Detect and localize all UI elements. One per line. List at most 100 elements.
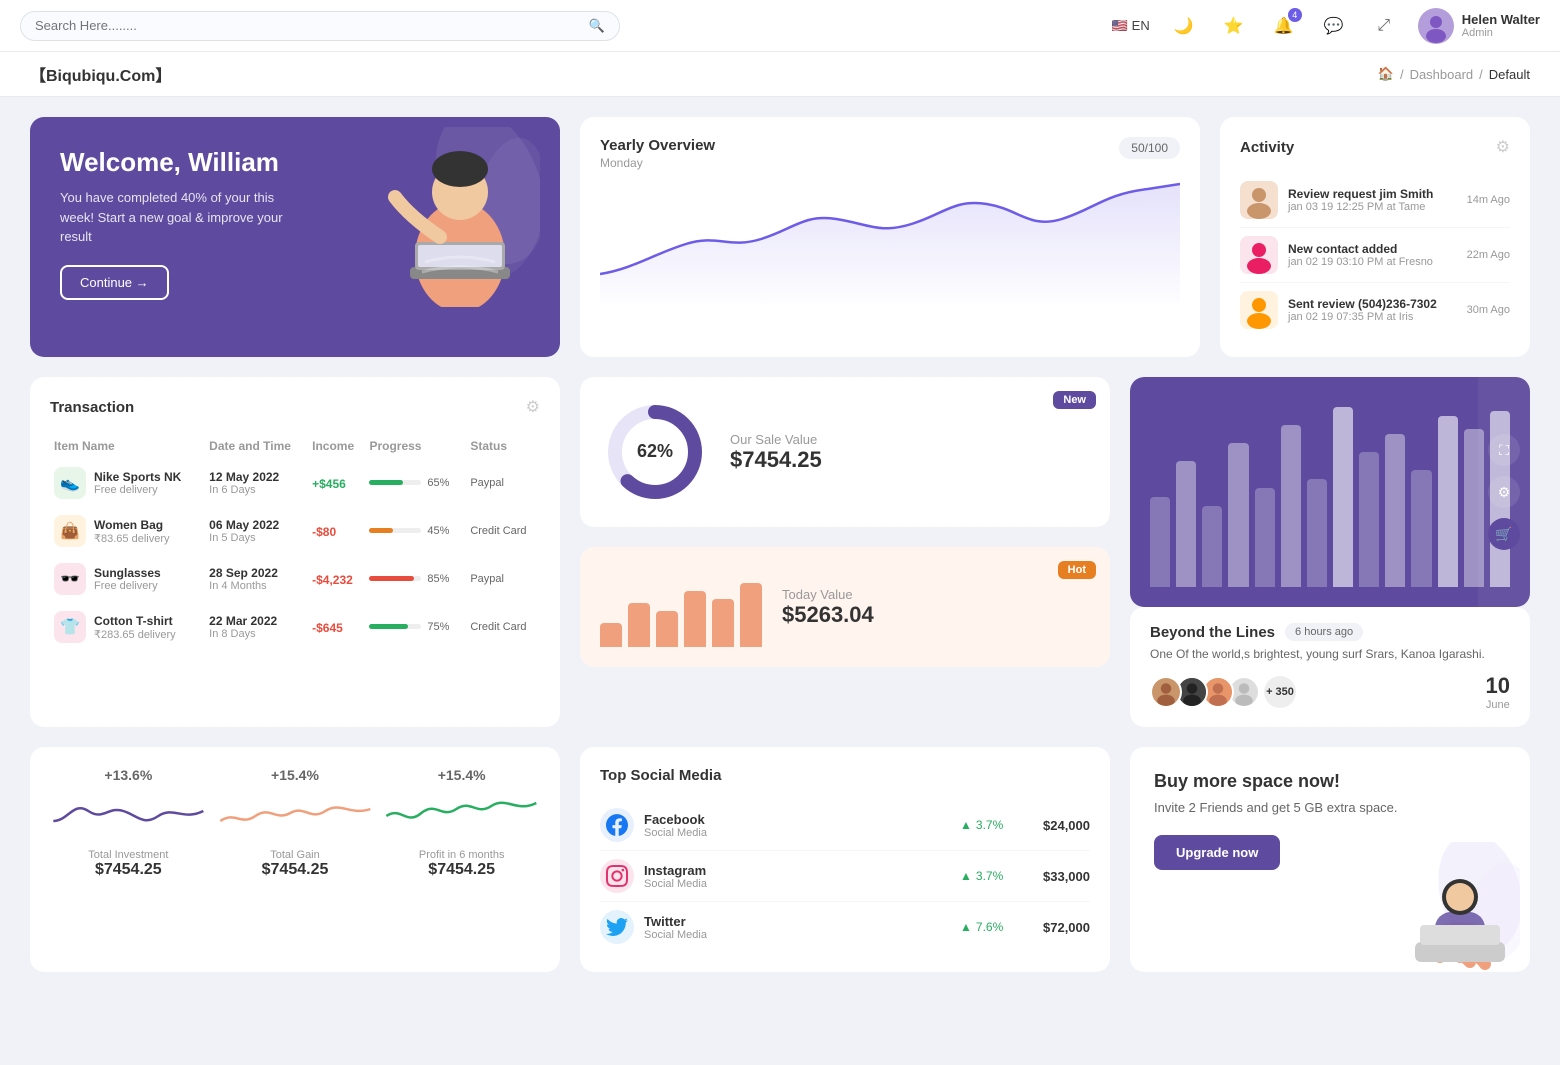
- search-input[interactable]: [35, 18, 581, 33]
- message-button[interactable]: 💬: [1318, 10, 1350, 42]
- beyond-date: 10 June: [1486, 673, 1510, 711]
- stat-2: +15.4% Profit in 6 months $7454.25: [383, 767, 540, 952]
- activity-info-2: Sent review (504)236-7302 jan 02 19 07:3…: [1288, 297, 1457, 323]
- new-badge: New: [1053, 391, 1096, 409]
- upgrade-button[interactable]: Upgrade now: [1154, 835, 1280, 870]
- item-income-1: -$80: [312, 525, 336, 539]
- activity-time-1: jan 02 19 03:10 PM at Fresno: [1288, 256, 1457, 268]
- beyond-plus-count: + 350: [1264, 676, 1296, 708]
- beyond-time-ago: 6 hours ago: [1285, 623, 1363, 641]
- chart-icon-3[interactable]: 🛒: [1488, 518, 1520, 550]
- item-name-0: Nike Sports NK: [94, 470, 181, 484]
- avatar-1: [1150, 676, 1182, 708]
- search-bar[interactable]: 🔍: [20, 11, 620, 41]
- bar-4: [684, 591, 706, 647]
- bc-7: [1307, 479, 1327, 587]
- activity-info-0: Review request jim Smith jan 03 19 12:25…: [1288, 187, 1457, 213]
- today-bar-chart: [600, 567, 762, 647]
- welcome-card: Welcome, William You have completed 40% …: [30, 117, 560, 357]
- bc-3: [1202, 506, 1222, 587]
- right-panel: ⛶ ⚙ 🛒 Beyond the Lines 6 hours ago One O…: [1130, 377, 1530, 727]
- activity-title-1: New contact added: [1288, 242, 1457, 256]
- item-sub-1: ₹83.65 delivery: [94, 532, 170, 545]
- fullscreen-button[interactable]: ⤢: [1368, 10, 1400, 42]
- twitter-info: Twitter Social Media: [644, 914, 950, 941]
- promo-title: Buy more space now!: [1154, 771, 1506, 792]
- language-selector[interactable]: 🇺🇸 EN: [1111, 18, 1149, 34]
- activity-item-1: New contact added jan 02 19 03:10 PM at …: [1240, 228, 1510, 283]
- row2: Transaction ⚙ Item Name Date and Time In…: [30, 377, 1530, 727]
- progress-wrap-2: 85%: [369, 573, 449, 585]
- row3: +13.6% Total Investment $7454.25 +15.4% …: [30, 747, 1530, 972]
- activity-title: Activity: [1240, 139, 1294, 156]
- activity-item-2: Sent review (504)236-7302 jan 02 19 07:3…: [1240, 283, 1510, 337]
- promo-illustration: [1360, 842, 1520, 972]
- wave-1: [217, 791, 374, 841]
- stats-card: +13.6% Total Investment $7454.25 +15.4% …: [30, 747, 560, 972]
- item-days-1: In 5 Days: [209, 532, 304, 544]
- notification-button[interactable]: 🔔 4: [1268, 10, 1300, 42]
- breadcrumb-dashboard[interactable]: Dashboard: [1410, 67, 1474, 82]
- stat-value-1: $7454.25: [217, 861, 374, 879]
- favorite-button[interactable]: ⭐: [1218, 10, 1250, 42]
- flag-icon: 🇺🇸: [1111, 18, 1127, 34]
- activity-thumb-2: [1240, 291, 1278, 329]
- dark-mode-toggle[interactable]: 🌙: [1168, 10, 1200, 42]
- user-role: Admin: [1462, 27, 1540, 39]
- item-sub-0: Free delivery: [94, 484, 181, 496]
- sale-info: Our Sale Value $7454.25: [730, 432, 822, 473]
- progress-wrap-0: 65%: [369, 477, 449, 489]
- activity-thumb-1: [1240, 236, 1278, 274]
- stat-pct-1: +15.4%: [217, 767, 374, 783]
- stat-label-2: Profit in 6 months: [383, 849, 540, 861]
- welcome-illustration: [350, 127, 540, 307]
- stat-value-0: $7454.25: [50, 861, 207, 879]
- table-row: 👟 Nike Sports NK Free delivery 12 May 20…: [50, 459, 540, 507]
- activity-settings-icon[interactable]: ⚙: [1496, 137, 1510, 157]
- social-row-facebook: Facebook Social Media ▲ 3.7% $24,000: [600, 800, 1090, 851]
- activity-ago-0: 14m Ago: [1467, 194, 1510, 206]
- activity-title-0: Review request jim Smith: [1288, 187, 1457, 201]
- instagram-name: Instagram: [644, 863, 950, 878]
- bar-5: [712, 599, 734, 647]
- transaction-settings-icon[interactable]: ⚙: [526, 397, 540, 417]
- item-date-1: 06 May 2022: [209, 518, 304, 532]
- hot-badge: Hot: [1058, 561, 1096, 579]
- beyond-date-month: June: [1486, 699, 1510, 711]
- user-profile[interactable]: Helen Walter Admin: [1418, 8, 1540, 44]
- activity-card: Activity ⚙ Review request jim Smith jan …: [1220, 117, 1530, 357]
- beyond-date-num: 10: [1486, 673, 1510, 699]
- today-label: Today Value: [782, 587, 874, 602]
- continue-button[interactable]: Continue →: [60, 265, 169, 300]
- beyond-avatars: [1150, 676, 1254, 708]
- facebook-amount: $24,000: [1030, 818, 1090, 833]
- sale-card: New 62% Our Sale Value $7454.25: [580, 377, 1110, 527]
- donut-chart: 62%: [600, 397, 710, 507]
- col-date: Date and Time: [205, 433, 308, 459]
- chart-icon-2[interactable]: ⚙: [1488, 476, 1520, 508]
- bc-9: [1359, 452, 1379, 587]
- promo-card: Buy more space now! Invite 2 Friends and…: [1130, 747, 1530, 972]
- table-row: 🕶️ Sunglasses Free delivery 28 Sep 2022 …: [50, 555, 540, 603]
- yearly-subtitle: Monday: [600, 156, 715, 170]
- twitter-amount: $72,000: [1030, 920, 1090, 935]
- beyond-footer: + 350 10 June: [1150, 673, 1510, 711]
- sale-value: $7454.25: [730, 447, 822, 473]
- avatar: [1418, 8, 1454, 44]
- activity-item-0: Review request jim Smith jan 03 19 12:25…: [1240, 173, 1510, 228]
- item-days-3: In 8 Days: [209, 628, 304, 640]
- bc-11: [1411, 470, 1431, 587]
- item-sub-3: ₹283.65 delivery: [94, 628, 176, 641]
- topbar: 🔍 🇺🇸 EN 🌙 ⭐ 🔔 4 💬 ⤢ Helen Walter Ad: [0, 0, 1560, 52]
- bc-5: [1255, 488, 1275, 587]
- chart-icon-1[interactable]: ⛶: [1488, 434, 1520, 466]
- item-date-3: 22 Mar 2022: [209, 614, 304, 628]
- twitter-icon: [600, 910, 634, 944]
- search-icon: 🔍: [589, 18, 605, 34]
- activity-time-0: jan 03 19 12:25 PM at Tame: [1288, 201, 1457, 213]
- bc-10: [1385, 434, 1405, 587]
- yearly-overview-card: Yearly Overview Monday 50/100: [580, 117, 1200, 357]
- transaction-title: Transaction: [50, 399, 134, 416]
- item-status-3: Credit Card: [466, 603, 540, 651]
- activity-thumb-0: [1240, 181, 1278, 219]
